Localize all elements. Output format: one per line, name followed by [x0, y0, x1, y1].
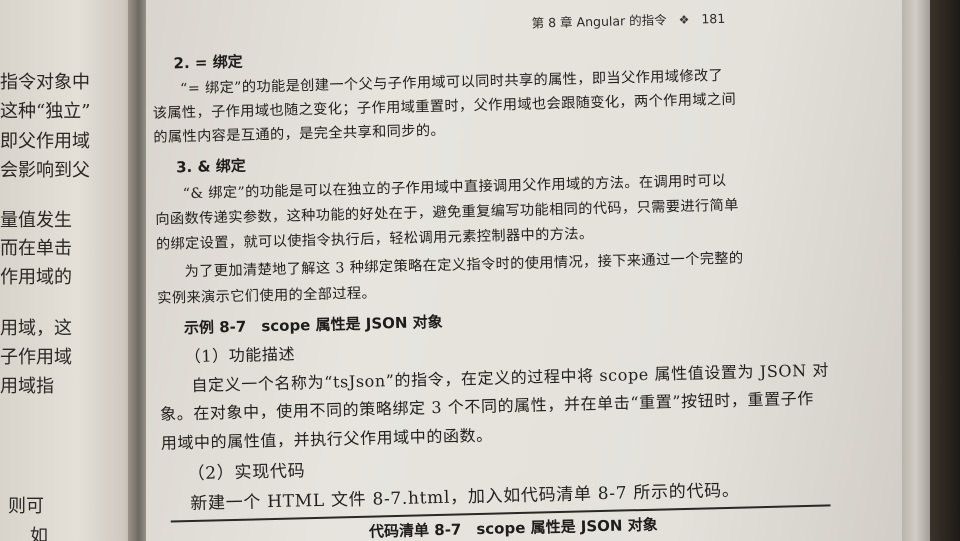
running-header: 第 8 章 Angular 的指令 ❖ 181	[531, 8, 725, 32]
section-heading: 3. & 绑定	[175, 156, 246, 177]
left-page-line: 则可	[8, 496, 44, 517]
section-heading: 2. = 绑定	[173, 52, 243, 73]
left-page-line: 即父作用域	[0, 131, 90, 152]
left-page-line: 这种“独立”	[0, 101, 91, 122]
left-page: 指令对象中 这种“独立” 即父作用域 会影响到父 量值发生 而在单击 作用域的 …	[0, 0, 140, 541]
subsection-title: （2）实现代码	[187, 461, 306, 485]
page-number: 181	[701, 10, 726, 27]
left-page-line: 子作用域	[0, 347, 72, 368]
left-page-line: 量值发生	[0, 210, 72, 231]
left-page-line: 如	[30, 526, 48, 541]
right-page: 第 8 章 Angular 的指令 ❖ 181 2. = 绑定 “= 绑定”的功…	[146, 0, 936, 541]
paragraph-line: 的绑定设置，就可以使指令执行后，轻松调用元素控制器中的方法。	[155, 226, 594, 253]
paragraph-line: 用域中的属性值，并执行父作用域中的函数。	[160, 425, 493, 453]
left-page-line: 而在单击	[0, 238, 72, 259]
example-heading: 示例 8-7 scope 属性是 JSON 对象	[183, 312, 443, 338]
chapter-label: 第 8 章	[531, 14, 573, 31]
diamond-ornament-icon: ❖	[678, 12, 690, 27]
left-page-line: 用域指	[0, 376, 54, 397]
chapter-title: Angular 的指令	[576, 12, 667, 30]
listing-title: 代码清单 8-7 scope 属性是 JSON 对象	[368, 515, 658, 541]
paragraph-line: 实例来演示它们使用的全部过程。	[157, 285, 377, 307]
left-page-line: 用域，这	[0, 318, 72, 339]
subsection-title: （1）功能描述	[184, 344, 296, 367]
left-page-line: 作用域的	[0, 267, 72, 288]
paragraph-line: 为了更加清楚地了解这 3 种绑定策略在定义指令时的使用情况，接下来通过一个完整的	[184, 250, 744, 281]
left-page-line: 会影响到父	[0, 160, 90, 181]
page-content: 第 8 章 Angular 的指令 ❖ 181 2. = 绑定 “= 绑定”的功…	[146, 0, 936, 541]
left-page-line: 指令对象中	[0, 72, 90, 93]
background-surface	[930, 0, 960, 541]
paragraph-line: 的属性内容是互通的，是完全共享和同步的。	[153, 122, 446, 146]
